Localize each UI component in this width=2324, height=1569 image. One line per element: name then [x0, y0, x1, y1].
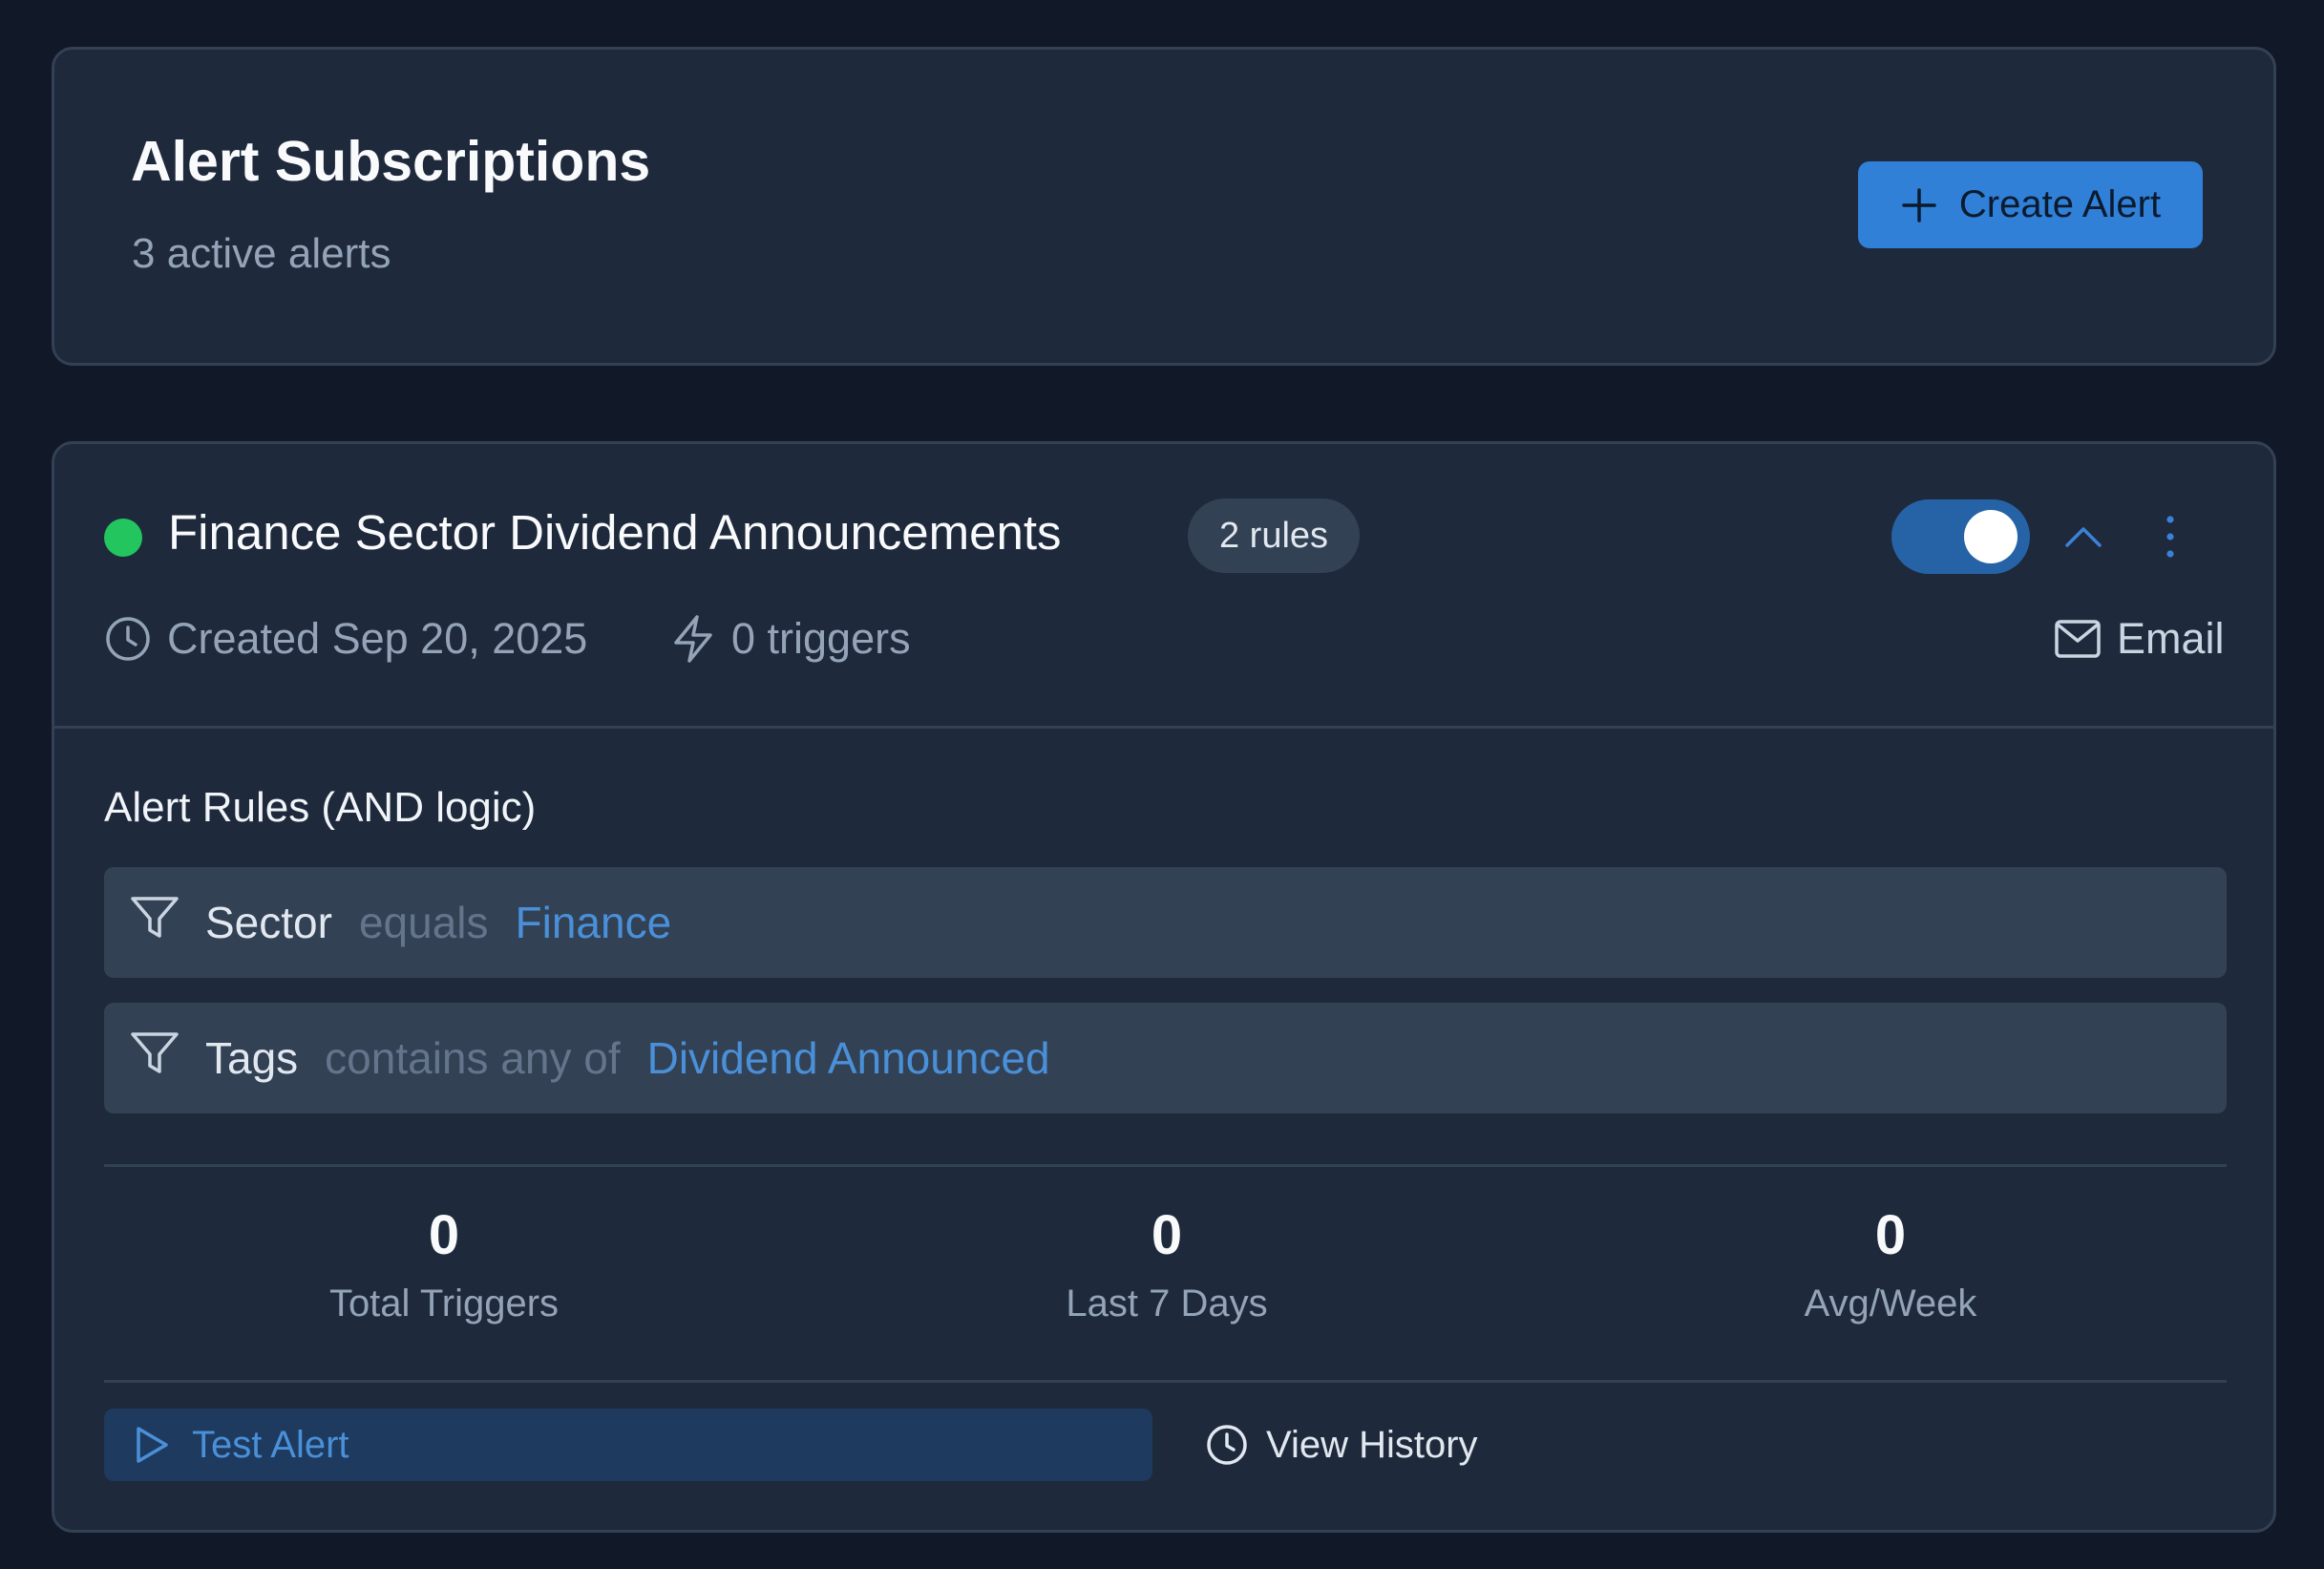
- status-indicator: [104, 519, 142, 557]
- trigger-count-text: 0 triggers: [731, 614, 911, 663]
- card-divider: [54, 726, 2273, 729]
- chevron-up-icon: [2060, 527, 2107, 561]
- alert-name: Finance Sector Dividend Announcements: [168, 505, 1062, 560]
- view-history-label: View History: [1266, 1423, 1478, 1466]
- stat-label: Last 7 Days: [1066, 1283, 1268, 1325]
- toggle-knob: [1964, 510, 2018, 563]
- more-options-button[interactable]: [2161, 511, 2180, 562]
- page-title: Alert Subscriptions: [131, 130, 651, 193]
- active-alerts-count: 3 active alerts: [132, 230, 391, 277]
- stat-last-7-days: 0 Last 7 Days: [928, 1204, 1405, 1325]
- notification-channel: Email: [2054, 610, 2225, 668]
- test-alert-button[interactable]: Test Alert: [104, 1409, 1152, 1481]
- clock-icon: [104, 615, 167, 663]
- stat-label: Avg/Week: [1804, 1283, 1977, 1325]
- test-alert-label: Test Alert: [192, 1423, 349, 1466]
- filter-icon: [130, 1031, 180, 1086]
- clock-icon: [1205, 1423, 1266, 1467]
- stat-value: 0: [1151, 1204, 1183, 1266]
- more-vertical-icon: [2161, 516, 2180, 566]
- alert-enabled-toggle[interactable]: [1891, 499, 2030, 574]
- plus-icon: [1900, 186, 1938, 224]
- stats-divider-top: [104, 1164, 2227, 1167]
- rule-operator: equals: [358, 898, 489, 947]
- rule-item: Tags contains any of Dividend Announced: [104, 1003, 2227, 1113]
- create-alert-label: Create Alert: [1958, 183, 2162, 225]
- alert-rules-heading: Alert Rules (AND logic): [104, 784, 537, 831]
- stat-total-triggers: 0 Total Triggers: [205, 1204, 683, 1325]
- rule-field: Tags: [205, 1033, 299, 1083]
- collapse-button[interactable]: [2060, 515, 2107, 557]
- mail-icon: [2054, 619, 2117, 659]
- rule-item: Sector equals Finance: [104, 867, 2227, 978]
- rule-value: Dividend Announced: [646, 1033, 1050, 1083]
- created-date: Created Sep 20, 2025: [104, 610, 587, 668]
- alerts-header-card: Alert Subscriptions 3 active alerts Crea…: [52, 47, 2276, 366]
- view-history-button[interactable]: View History: [1205, 1409, 1478, 1481]
- notification-channel-text: Email: [2117, 614, 2225, 663]
- trigger-count: 0 triggers: [670, 610, 911, 668]
- rule-field: Sector: [205, 898, 332, 947]
- stat-value: 0: [1874, 1204, 1907, 1266]
- stats-divider-bottom: [104, 1380, 2227, 1383]
- lightning-icon: [670, 614, 731, 664]
- create-alert-button[interactable]: Create Alert: [1858, 161, 2203, 248]
- stat-avg-week: 0 Avg/Week: [1652, 1204, 2129, 1325]
- rules-count-badge: 2 rules: [1188, 498, 1360, 573]
- play-icon: [104, 1425, 192, 1465]
- filter-icon: [130, 896, 180, 950]
- alert-card: Finance Sector Dividend Announcements 2 …: [52, 441, 2276, 1533]
- rule-operator: contains any of: [325, 1033, 621, 1083]
- stat-label: Total Triggers: [328, 1283, 560, 1325]
- created-date-text: Created Sep 20, 2025: [167, 614, 588, 663]
- rule-value: Finance: [515, 898, 672, 947]
- stat-value: 0: [428, 1204, 460, 1266]
